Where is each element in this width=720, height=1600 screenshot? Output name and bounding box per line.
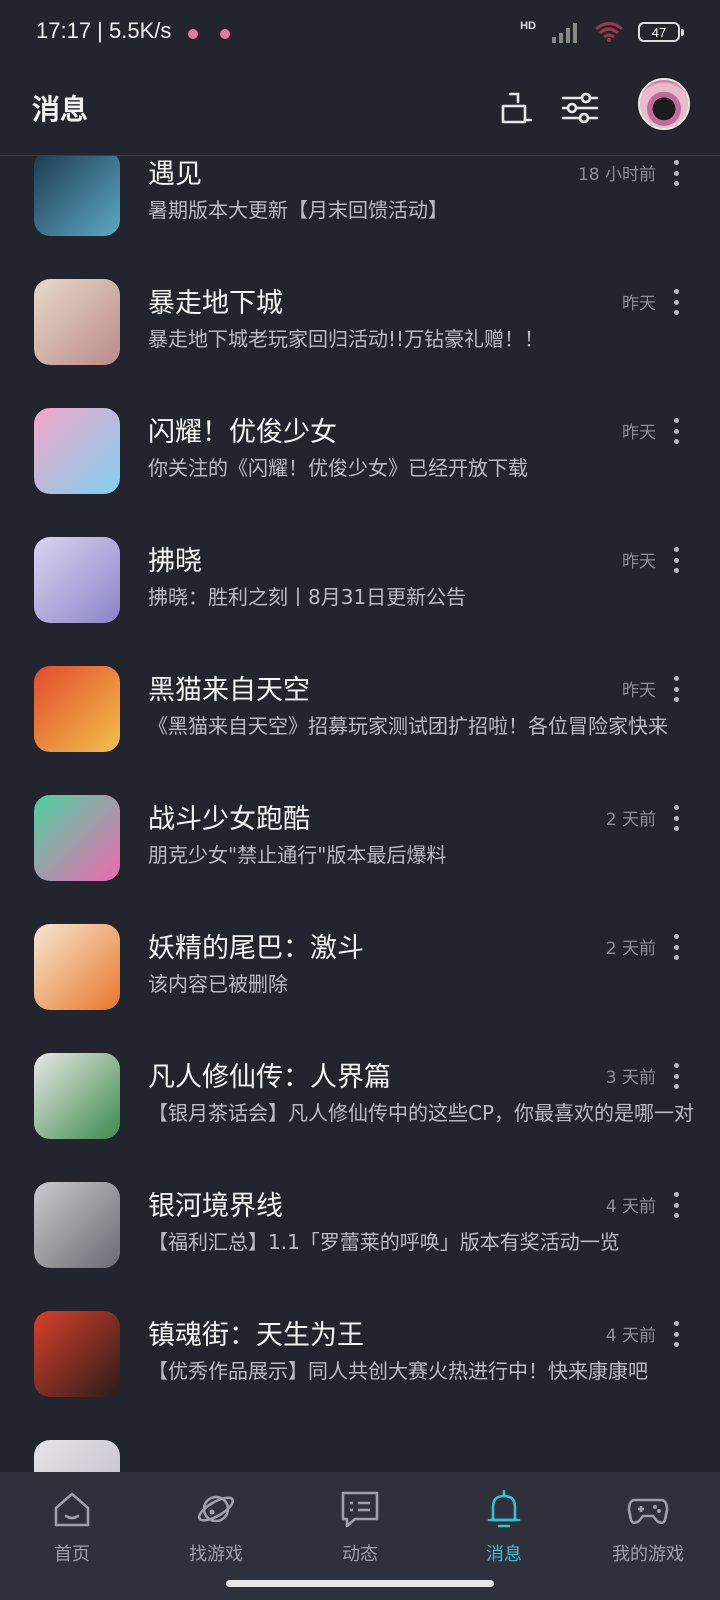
- message-item[interactable]: 战斗少女跑酷朋克少女"禁止通行"版本最后爆料 2 天前: [0, 795, 720, 926]
- wifi-icon: [595, 22, 623, 42]
- app-header: 消息: [0, 64, 720, 156]
- game-icon[interactable]: [34, 1440, 120, 1472]
- message-time: 昨天: [622, 681, 656, 701]
- more-options-icon[interactable]: [668, 543, 684, 577]
- message-title: 暴走地下城: [148, 288, 283, 319]
- game-icon[interactable]: [34, 1053, 120, 1139]
- message-preview: 【优秀作品展示】同人共创大赛火热进行中！快来康康吧: [148, 1359, 648, 1383]
- message-time: 4 天前: [605, 1197, 656, 1217]
- clear-messages-button[interactable]: [492, 84, 540, 132]
- game-icon[interactable]: [34, 279, 120, 365]
- game-icon[interactable]: [34, 795, 120, 881]
- game-icon[interactable]: [34, 408, 120, 494]
- broom-icon: [501, 92, 533, 124]
- home-icon: [54, 1492, 90, 1527]
- page-title: 消息: [32, 93, 89, 126]
- message-title: 银河境界线: [148, 1191, 283, 1222]
- message-title: 遇见: [148, 159, 202, 190]
- more-options-icon[interactable]: [668, 1188, 684, 1222]
- tab-label: 找游戏: [189, 1544, 243, 1565]
- tab-find-games[interactable]: 找游戏: [144, 1488, 288, 1578]
- network-type: HD: [520, 20, 536, 32]
- filter-button[interactable]: [556, 84, 604, 132]
- tab-feed[interactable]: 动态: [288, 1488, 432, 1578]
- bell-icon: [487, 1489, 521, 1528]
- more-options-icon[interactable]: [668, 930, 684, 964]
- more-options-icon[interactable]: [668, 156, 684, 190]
- message-title: 黑猫来自天空: [148, 675, 310, 706]
- message-title: 妖精的尾巴：激斗: [148, 933, 364, 964]
- sliders-icon: [562, 92, 598, 124]
- tab-label: 动态: [342, 1544, 378, 1565]
- message-item[interactable]: 黑猫来自天空《黑猫来自天空》招募玩家测试团扩招啦！各位冒险家快来 昨天: [0, 666, 720, 797]
- tab-home[interactable]: 首页: [0, 1488, 144, 1578]
- gamepad-icon: [627, 1498, 669, 1525]
- message-time: 2 天前: [605, 939, 656, 959]
- battery-icon: 47: [638, 22, 684, 42]
- more-options-icon[interactable]: [668, 285, 684, 319]
- tab-label: 首页: [54, 1544, 90, 1565]
- message-time: 4 天前: [605, 1326, 656, 1346]
- game-icon[interactable]: [34, 156, 120, 236]
- home-indicator[interactable]: [226, 1580, 494, 1587]
- chat-icon: [341, 1491, 379, 1528]
- game-icon[interactable]: [34, 537, 120, 623]
- message-item[interactable]: 暴走地下城暴走地下城老玩家回归活动!!万钻豪礼赠！！ 昨天: [0, 279, 720, 410]
- message-item[interactable]: 拂晓拂晓：胜利之刻丨8月31日更新公告 昨天: [0, 537, 720, 668]
- signal-icon: [552, 23, 577, 43]
- more-options-icon[interactable]: [668, 672, 684, 706]
- planet-icon: [197, 1495, 235, 1523]
- message-item[interactable]: 妖精的尾巴：激斗该内容已被删除 2 天前: [0, 924, 720, 1055]
- message-preview: 暴走地下城老玩家回归活动!!万钻豪礼赠！！: [148, 327, 545, 351]
- game-icon[interactable]: [34, 666, 120, 752]
- message-preview: 朋克少女"禁止通行"版本最后爆料: [148, 843, 447, 867]
- message-title: 凡人修仙传：人界篇: [148, 1062, 391, 1093]
- message-item[interactable]: 镇魂街：天生为王【优秀作品展示】同人共创大赛火热进行中！快来康康吧 4 天前: [0, 1311, 720, 1442]
- message-item[interactable]: 银河境界线【福利汇总】1.1「罗蕾莱的呼唤」版本有奖活动一览 4 天前: [0, 1182, 720, 1313]
- message-preview: 拂晓：胜利之刻丨8月31日更新公告: [148, 585, 467, 609]
- more-options-icon[interactable]: [668, 1059, 684, 1093]
- message-title: 镇魂街：天生为王: [148, 1320, 364, 1351]
- message-title: 拂晓: [148, 546, 202, 577]
- more-options-icon[interactable]: [668, 1317, 684, 1351]
- game-icon[interactable]: [34, 924, 120, 1010]
- message-preview: 该内容已被删除: [148, 972, 288, 996]
- message-time: 3 天前: [605, 1068, 656, 1088]
- message-preview: 【银月茶话会】凡人修仙传中的这些CP，你最喜欢的是哪一对: [148, 1101, 695, 1125]
- message-preview: 【福利汇总】1.1「罗蕾莱的呼唤」版本有奖活动一览: [148, 1230, 620, 1254]
- message-time: 昨天: [622, 294, 656, 314]
- more-options-icon[interactable]: [668, 414, 684, 448]
- status-indicators: HD 47: [520, 18, 684, 46]
- message-preview: 暑期版本大更新【月末回馈活动】: [148, 198, 448, 222]
- game-icon[interactable]: [34, 1182, 120, 1268]
- message-item[interactable]: 闪耀！优俊少女你关注的《闪耀！优俊少女》已经开放下载 昨天: [0, 408, 720, 539]
- battery-level: 47: [651, 24, 667, 40]
- message-item[interactable]: [0, 1440, 720, 1472]
- message-item[interactable]: 遇见暑期版本大更新【月末回馈活动】 18 小时前: [0, 156, 720, 281]
- message-title: 闪耀！优俊少女: [148, 417, 337, 448]
- game-icon[interactable]: [34, 1311, 120, 1397]
- message-time: 2 天前: [605, 810, 656, 830]
- tab-label: 消息: [486, 1544, 522, 1565]
- avatar[interactable]: [638, 78, 690, 130]
- status-bar: 17:17 | 5.5K/s HD 47: [0, 0, 720, 64]
- app-notification-icon: [188, 29, 198, 39]
- message-item[interactable]: 凡人修仙传：人界篇【银月茶话会】凡人修仙传中的这些CP，你最喜欢的是哪一对 3 天…: [0, 1053, 720, 1184]
- message-preview: 《黑猫来自天空》招募玩家测试团扩招啦！各位冒险家快来: [148, 714, 668, 738]
- message-time: 昨天: [622, 423, 656, 443]
- message-time: 18 小时前: [577, 165, 656, 185]
- more-options-icon[interactable]: [668, 801, 684, 835]
- tab-my-games[interactable]: 我的游戏: [576, 1488, 720, 1578]
- message-time: 昨天: [622, 552, 656, 572]
- notification-icons: [188, 24, 252, 43]
- message-list[interactable]: 遇见暑期版本大更新【月末回馈活动】 18 小时前暴走地下城暴走地下城老玩家回归活动…: [0, 156, 720, 1472]
- app-notification-icon: [220, 29, 230, 39]
- tab-messages[interactable]: 消息: [432, 1488, 576, 1578]
- tab-label: 我的游戏: [612, 1544, 684, 1565]
- status-time: 17:17 | 5.5K/s: [36, 18, 172, 43]
- message-title: 战斗少女跑酷: [148, 804, 310, 835]
- message-preview: 你关注的《闪耀！优俊少女》已经开放下载: [148, 456, 528, 480]
